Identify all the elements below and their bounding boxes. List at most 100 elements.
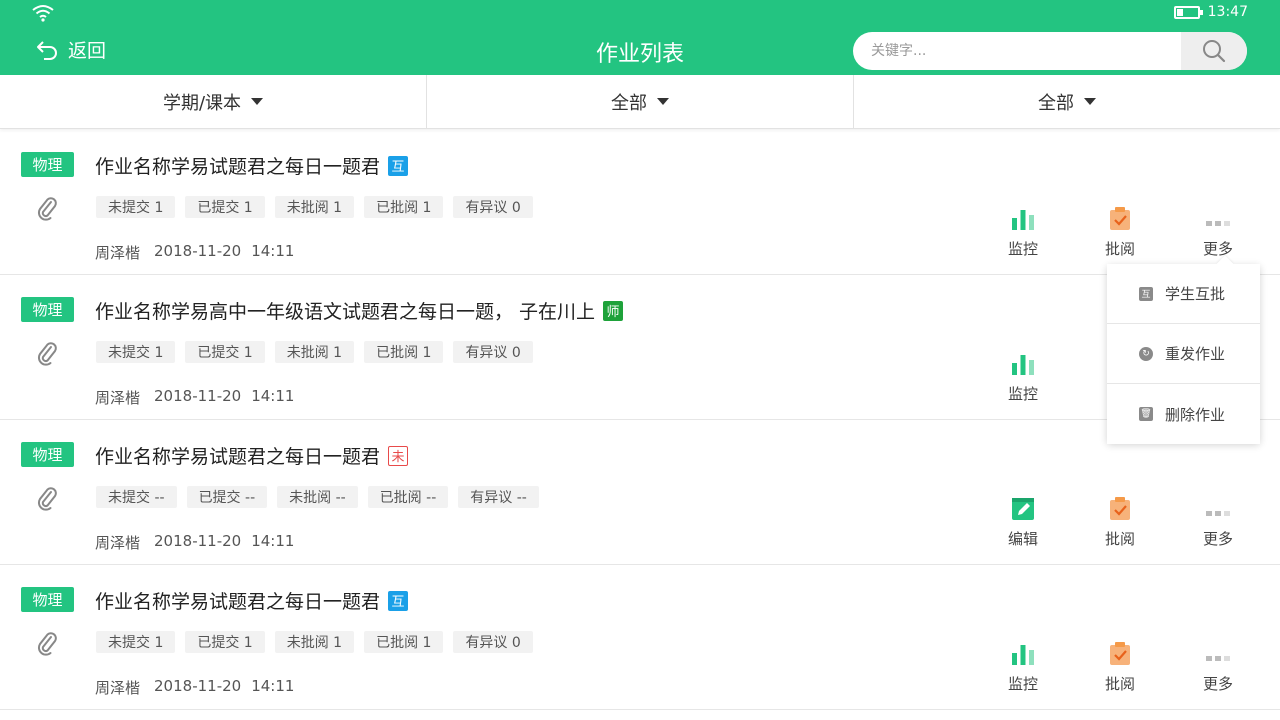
list-item[interactable]: 物理 作业名称学易试题君之每日一题君 互 未提交 1 已提交 1 未批阅 1 已… — [0, 565, 1280, 710]
clipboard-check-icon — [1110, 207, 1130, 230]
filter-label: 学期/课本 — [162, 92, 242, 114]
bar-chart-icon — [1012, 210, 1034, 230]
edit-button[interactable]: 编辑 — [993, 496, 1053, 549]
attachment-icon[interactable] — [36, 485, 58, 511]
filter-status[interactable]: 全部 — [427, 75, 854, 128]
stat-disputed: 有异议 0 — [453, 196, 533, 218]
filter-label: 全部 — [1038, 92, 1074, 114]
search-input[interactable] — [853, 32, 1181, 70]
stat-unsubmitted: 未提交 1 — [96, 631, 176, 653]
time: 14:11 — [251, 677, 295, 695]
meta-row: 周泽楷 2018-11-20 14:11 — [95, 387, 294, 408]
app-header: 13:47 返回 作业列表 — [0, 0, 1280, 75]
stat-unreviewed: 未批阅 -- — [277, 486, 358, 508]
stat-unsubmitted: 未提交 -- — [96, 486, 177, 508]
attachment-icon[interactable] — [36, 340, 58, 366]
back-button[interactable]: 返回 — [36, 36, 106, 63]
homework-list: 物理 作业名称学易试题君之每日一题君 互 未提交 1 已提交 1 未批阅 1 已… — [0, 130, 1280, 710]
action-label: 批阅 — [1104, 240, 1135, 258]
edit-icon — [1012, 498, 1034, 520]
stat-submitted: 已提交 1 — [185, 196, 265, 218]
status-time: 13:47 — [1207, 4, 1248, 20]
action-label: 监控 — [1007, 385, 1038, 403]
battery-icon — [1173, 5, 1203, 19]
stat-disputed: 有异议 -- — [458, 486, 539, 508]
stat-unreviewed: 未批阅 1 — [274, 631, 355, 653]
stats-row: 未提交 -- 已提交 -- 未批阅 -- 已批阅 -- 有异议 -- — [96, 486, 539, 508]
more-dots-icon — [1206, 511, 1230, 516]
more-button[interactable]: 更多 — [1188, 496, 1248, 549]
date: 2018-11-20 — [154, 677, 242, 695]
action-label: 监控 — [1007, 240, 1038, 258]
homework-title-text: 作业名称学易试题君之每日一题君 — [95, 446, 381, 468]
more-button[interactable]: 更多 — [1188, 641, 1248, 694]
caret-down-icon — [657, 98, 669, 105]
menu-item-label: 重发作业 — [1165, 345, 1226, 363]
clipboard-check-icon — [1110, 497, 1130, 520]
review-button[interactable]: 批阅 — [1090, 206, 1150, 259]
refresh-icon: ↻ — [1139, 346, 1153, 361]
caret-down-icon — [1084, 98, 1096, 105]
monitor-button[interactable]: 监控 — [993, 641, 1053, 694]
time: 14:11 — [251, 532, 295, 550]
menu-item-resend[interactable]: ↻ 重发作业 — [1107, 324, 1260, 384]
filter-term-textbook[interactable]: 学期/课本 — [0, 75, 427, 128]
action-label: 更多 — [1202, 530, 1233, 548]
monitor-button[interactable]: 监控 — [993, 206, 1053, 259]
subject-badge: 物理 — [21, 297, 74, 322]
more-dots-icon — [1206, 656, 1230, 661]
date: 2018-11-20 — [154, 387, 242, 405]
attachment-icon[interactable] — [36, 630, 58, 656]
bar-chart-icon — [1012, 355, 1034, 375]
search-box — [853, 32, 1247, 70]
subject-badge: 物理 — [21, 442, 74, 467]
back-arrow-icon — [37, 40, 57, 60]
stat-disputed: 有异议 0 — [453, 631, 533, 653]
stat-submitted: 已提交 1 — [185, 341, 265, 363]
meta-row: 周泽楷 2018-11-20 14:11 — [95, 242, 294, 263]
date: 2018-11-20 — [154, 242, 242, 260]
stat-submitted: 已提交 1 — [185, 631, 265, 653]
time: 14:11 — [251, 387, 295, 405]
review-button[interactable]: 批阅 — [1090, 641, 1150, 694]
status-bar-right: 13:47 — [1173, 3, 1248, 21]
monitor-button[interactable]: 监控 — [993, 351, 1053, 404]
stat-unsubmitted: 未提交 1 — [96, 341, 176, 363]
stat-reviewed: 已批阅 -- — [367, 486, 449, 508]
homework-title[interactable]: 作业名称学易试题君之每日一题君 未 — [95, 442, 409, 469]
action-label: 批阅 — [1104, 530, 1135, 548]
unpublished-tag: 未 — [388, 445, 409, 466]
more-button[interactable]: 更多 — [1188, 206, 1248, 259]
stat-reviewed: 已批阅 1 — [364, 631, 444, 653]
clipboard-check-icon — [1110, 642, 1130, 665]
menu-item-peer-review[interactable]: 互 学生互批 — [1107, 264, 1260, 324]
bar-chart-icon — [1012, 645, 1034, 665]
back-label: 返回 — [68, 40, 107, 62]
menu-item-label: 学生互批 — [1165, 285, 1226, 303]
stats-row: 未提交 1 已提交 1 未批阅 1 已批阅 1 有异议 0 — [96, 196, 533, 218]
stat-disputed: 有异议 0 — [453, 341, 533, 363]
list-item[interactable]: 物理 作业名称学易试题君之每日一题君 互 未提交 1 已提交 1 未批阅 1 已… — [0, 130, 1280, 275]
menu-item-delete[interactable]: 🗑 删除作业 — [1107, 384, 1260, 444]
subject-badge: 物理 — [21, 587, 74, 612]
peer-review-tag: 互 — [388, 590, 409, 611]
list-item[interactable]: 物理 作业名称学易试题君之每日一题君 未 未提交 -- 已提交 -- 未批阅 -… — [0, 420, 1280, 565]
review-button[interactable]: 批阅 — [1090, 496, 1150, 549]
menu-item-label: 删除作业 — [1165, 405, 1226, 424]
teacher-review-tag: 师 — [603, 300, 624, 321]
homework-title[interactable]: 作业名称学易试题君之每日一题君 互 — [95, 152, 409, 179]
trash-icon: 🗑 — [1139, 407, 1153, 421]
homework-title[interactable]: 作业名称学易高中一年级语文试题君之每日一题， 子在川上 师 — [95, 297, 624, 324]
list-item[interactable]: 物理 作业名称学易高中一年级语文试题君之每日一题， 子在川上 师 未提交 1 已… — [0, 275, 1280, 420]
peer-review-tag: 互 — [388, 155, 409, 176]
homework-title[interactable]: 作业名称学易试题君之每日一题君 互 — [95, 587, 409, 614]
filter-bar: 学期/课本 全部 全部 — [0, 75, 1280, 129]
stats-row: 未提交 1 已提交 1 未批阅 1 已批阅 1 有异议 0 — [96, 341, 533, 363]
action-label: 监控 — [1007, 675, 1038, 693]
search-button[interactable] — [1181, 32, 1247, 70]
attachment-icon[interactable] — [36, 195, 58, 221]
subject-badge: 物理 — [21, 152, 74, 177]
search-icon — [1203, 40, 1226, 63]
stat-unreviewed: 未批阅 1 — [274, 341, 355, 363]
filter-type[interactable]: 全部 — [854, 75, 1280, 128]
